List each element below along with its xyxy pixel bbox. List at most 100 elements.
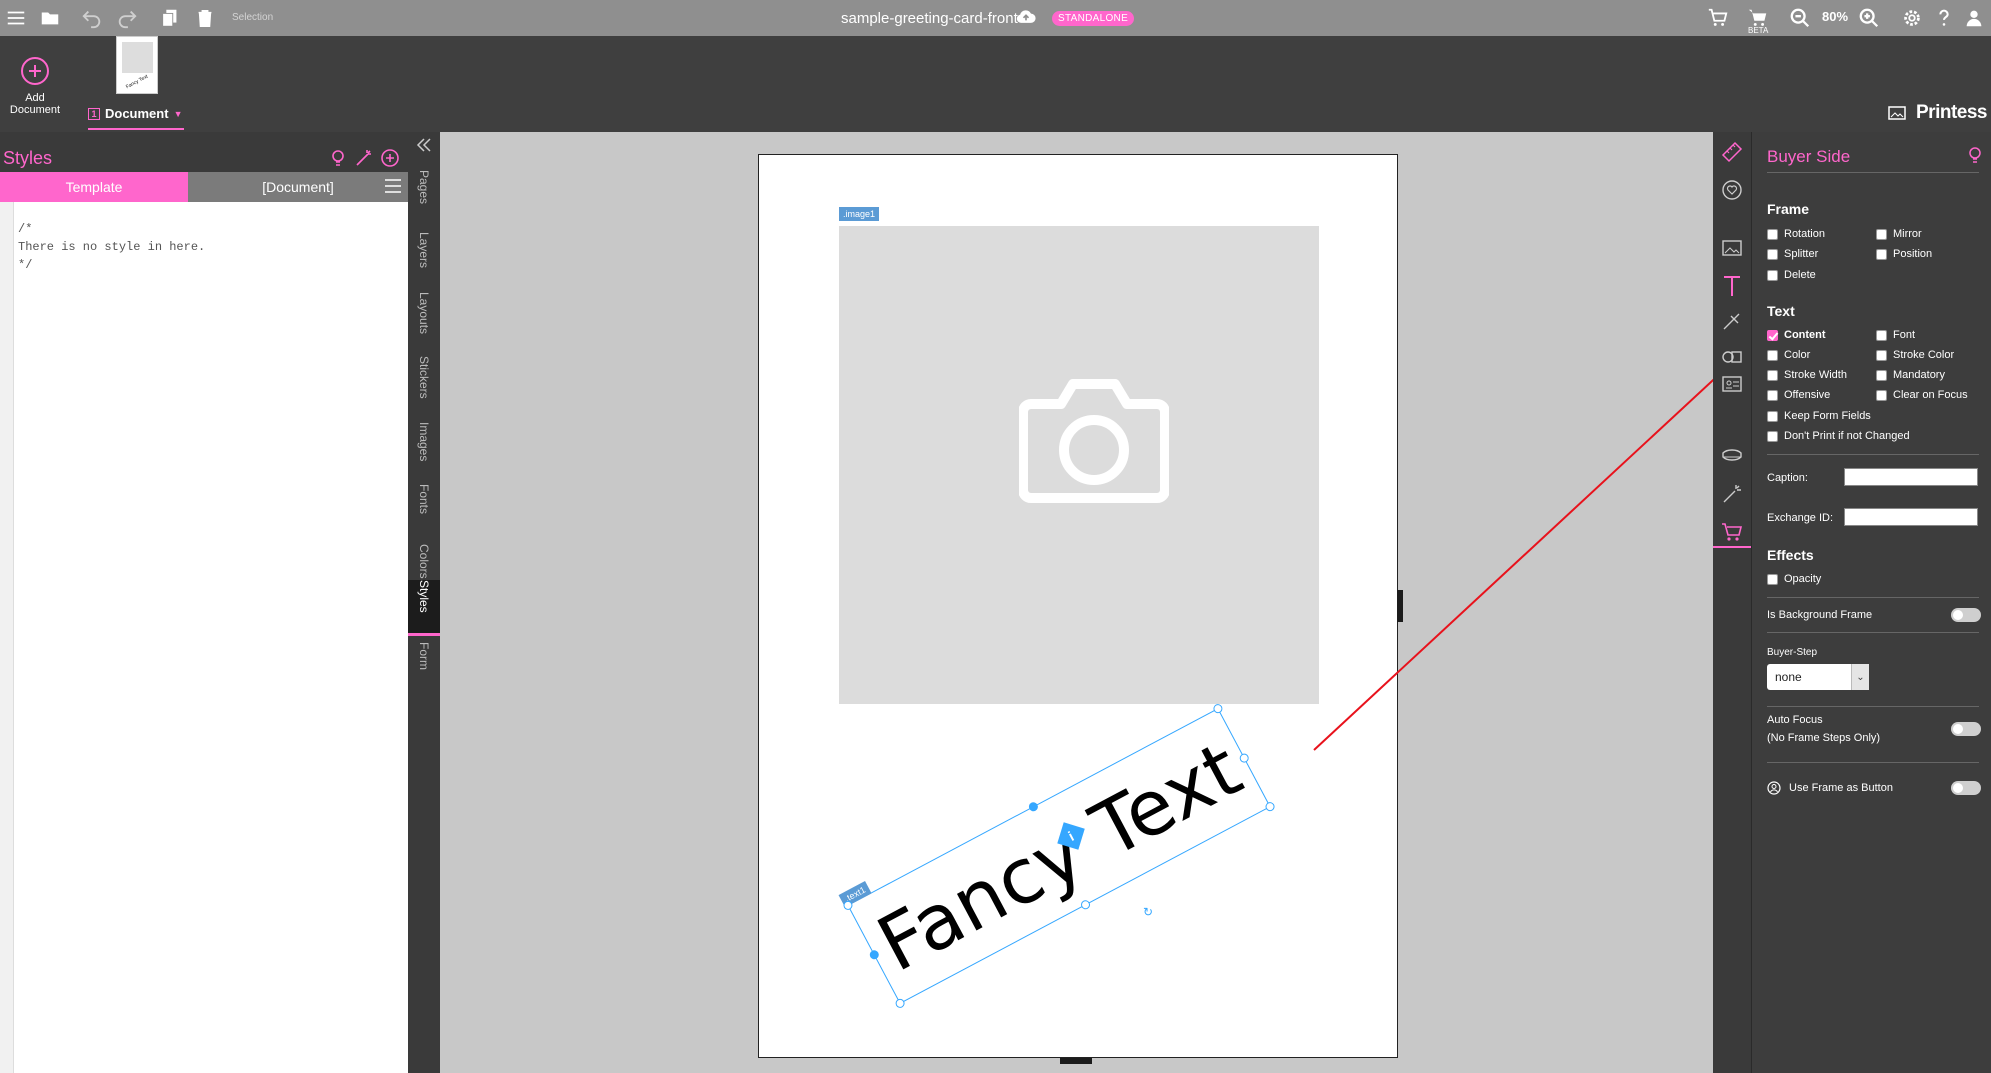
- page-resize-handle-bottom[interactable]: [1060, 1058, 1092, 1064]
- copy-icon[interactable]: [158, 6, 182, 30]
- gear-icon[interactable]: [1900, 6, 1924, 30]
- text-tool-icon[interactable]: [1720, 274, 1744, 298]
- add-style-icon[interactable]: [380, 148, 400, 168]
- tab-pages[interactable]: Pages: [408, 170, 440, 226]
- mask-icon[interactable]: [1720, 444, 1744, 468]
- checkbox-box[interactable]: [1876, 329, 1887, 341]
- frame-rotation-checkbox[interactable]: Rotation: [1767, 228, 1825, 240]
- card-page[interactable]: .image1 .text1 Fancy Text i ↻: [758, 154, 1398, 1058]
- tab-fonts[interactable]: Fonts: [408, 484, 440, 540]
- checkbox-box[interactable]: [1767, 349, 1778, 361]
- zoom-out-icon[interactable]: [1788, 6, 1812, 30]
- page-resize-handle-right[interactable]: [1397, 590, 1403, 622]
- tab-stickers[interactable]: Stickers: [408, 356, 440, 418]
- frame-mirror-checkbox[interactable]: Mirror: [1876, 228, 1922, 240]
- checkbox-box[interactable]: [1876, 228, 1887, 240]
- document-tab[interactable]: 1 Document ▼: [88, 106, 182, 121]
- tab-form[interactable]: Form: [408, 642, 440, 700]
- text-font-checkbox[interactable]: Font: [1876, 329, 1915, 341]
- is-background-frame-toggle[interactable]: [1951, 608, 1981, 622]
- help-bulb-icon[interactable]: [328, 148, 348, 168]
- hamburger-menu-icon[interactable]: [384, 178, 402, 194]
- cart-icon[interactable]: [1706, 6, 1730, 30]
- help-bulb-icon[interactable]: [1967, 146, 1983, 164]
- heart-icon[interactable]: [1720, 178, 1744, 202]
- frame-delete-checkbox[interactable]: Delete: [1767, 269, 1816, 281]
- document-thumbnail[interactable]: Fancy Text: [116, 36, 158, 94]
- tab-document-label: [Document]: [262, 179, 334, 195]
- auto-focus-toggle[interactable]: [1951, 722, 1981, 736]
- selection-label: Selection: [232, 12, 274, 23]
- tab-styles[interactable]: Styles: [408, 580, 440, 636]
- text-frame[interactable]: .text1 Fancy Text i: [838, 702, 1277, 1010]
- id-card-icon[interactable]: [1720, 372, 1744, 396]
- pen-tool-icon[interactable]: [1720, 310, 1744, 334]
- checkbox-box[interactable]: [1767, 248, 1778, 260]
- buyer-side-panel: Buyer Side Frame Rotation Mirror Splitte…: [1751, 132, 1991, 1073]
- checkbox-box[interactable]: [1876, 369, 1887, 381]
- tab-layers[interactable]: Layers: [408, 232, 440, 288]
- text-stroke-width-checkbox[interactable]: Stroke Width: [1767, 369, 1847, 381]
- text-color-checkbox[interactable]: Color: [1767, 349, 1810, 361]
- checkbox-box[interactable]: [1767, 389, 1778, 401]
- design-canvas[interactable]: .image1 .text1 Fancy Text i ↻: [440, 132, 1713, 1073]
- checkbox-box[interactable]: [1767, 430, 1778, 442]
- editor-gutter: [0, 202, 14, 1073]
- cloud-upload-icon[interactable]: [1016, 8, 1036, 31]
- image-frame[interactable]: [839, 226, 1319, 704]
- checkbox-box[interactable]: [1767, 369, 1778, 381]
- checkbox-label: Position: [1893, 248, 1933, 260]
- add-document-button[interactable]: Add Document: [6, 56, 64, 116]
- collapse-panel-icon[interactable]: [416, 138, 432, 152]
- style-code-editor[interactable]: /* There is no style in here. */: [0, 202, 408, 1073]
- undo-icon[interactable]: [80, 6, 104, 30]
- user-icon[interactable]: [1962, 6, 1986, 30]
- text-content-checkbox[interactable]: Content: [1767, 329, 1826, 341]
- frame-position-checkbox[interactable]: Position: [1876, 248, 1932, 260]
- checkbox-box[interactable]: [1767, 410, 1778, 422]
- frame-splitter-checkbox[interactable]: Splitter: [1767, 248, 1818, 260]
- tab-template[interactable]: Template: [0, 172, 188, 202]
- checkbox-box[interactable]: [1767, 269, 1778, 281]
- buyer-side-cart-icon[interactable]: [1713, 518, 1751, 548]
- checkbox-box[interactable]: [1767, 573, 1778, 585]
- text-stroke-color-checkbox[interactable]: Stroke Color: [1876, 349, 1954, 361]
- caption-input[interactable]: [1844, 468, 1978, 486]
- tab-stickers-label: Stickers: [417, 356, 431, 399]
- redo-icon[interactable]: [115, 6, 139, 30]
- checkbox-box[interactable]: [1876, 349, 1887, 361]
- tab-document[interactable]: [Document]: [188, 172, 408, 202]
- checkbox-label: Font: [1893, 329, 1916, 341]
- checkbox-box-checked[interactable]: [1767, 329, 1778, 341]
- text-mandatory-checkbox[interactable]: Mandatory: [1876, 369, 1945, 381]
- checkbox-box[interactable]: [1876, 389, 1887, 401]
- text-keep-form-fields-checkbox[interactable]: Keep Form Fields: [1767, 410, 1871, 422]
- checkbox-box[interactable]: [1876, 248, 1887, 260]
- shapes-icon[interactable]: [1720, 342, 1744, 366]
- tab-images[interactable]: Images: [408, 422, 440, 478]
- use-frame-as-button-toggle[interactable]: [1951, 781, 1981, 795]
- document-bar: Add Document Fancy Text 1 Document ▼ Pri…: [0, 36, 1991, 132]
- image-icon[interactable]: [1888, 106, 1906, 125]
- text-clear-on-focus-checkbox[interactable]: Clear on Focus: [1876, 389, 1968, 401]
- rotate-handle-icon[interactable]: ↻: [1143, 905, 1153, 919]
- checkbox-label: Splitter: [1784, 248, 1819, 260]
- buyer-step-select[interactable]: none ⌄: [1767, 664, 1869, 690]
- magic-icon[interactable]: [1720, 482, 1744, 506]
- brand-logo: Printess: [1916, 102, 1987, 123]
- checkbox-box[interactable]: [1767, 228, 1778, 240]
- tab-layouts[interactable]: Layouts: [408, 292, 440, 350]
- open-folder-icon[interactable]: [38, 6, 62, 30]
- text-offensive-checkbox[interactable]: Offensive: [1767, 389, 1830, 401]
- opacity-checkbox[interactable]: Opacity: [1767, 573, 1821, 585]
- magic-wand-icon[interactable]: [354, 148, 374, 168]
- ruler-icon[interactable]: [1720, 140, 1744, 164]
- zoom-in-icon[interactable]: [1857, 6, 1881, 30]
- text-dont-print-checkbox[interactable]: Don't Print if not Changed: [1767, 430, 1910, 442]
- exchange-id-input[interactable]: [1844, 508, 1978, 526]
- fancy-text[interactable]: Fancy Text: [849, 709, 1270, 1002]
- delete-icon[interactable]: [193, 6, 217, 30]
- menu-icon[interactable]: [4, 6, 28, 30]
- image-frame-icon[interactable]: [1720, 236, 1744, 260]
- help-icon[interactable]: [1932, 6, 1956, 30]
